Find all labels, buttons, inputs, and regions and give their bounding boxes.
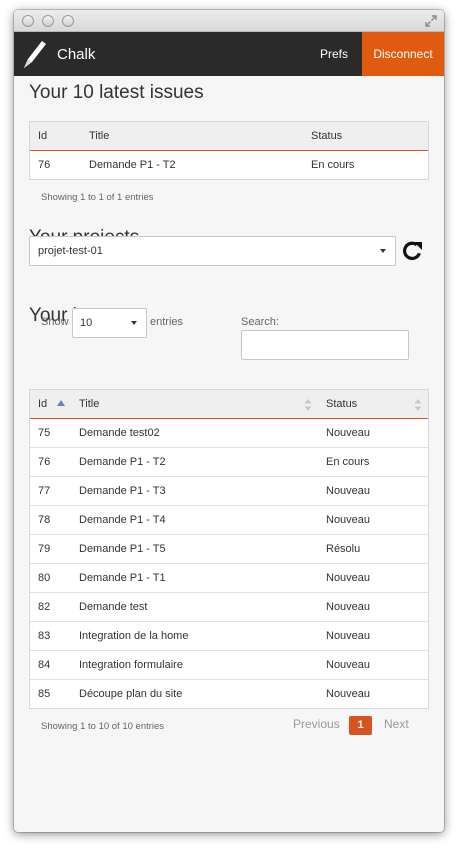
- issue-title: Integration formulaire: [71, 649, 318, 679]
- show-label: Show: [41, 316, 69, 328]
- app-window: Chalk Prefs Disconnect Your 10 latest is…: [14, 10, 444, 832]
- table-row[interactable]: 83 Integration de la home Nouveau: [30, 620, 428, 650]
- latest-issues-heading: Your 10 latest issues: [29, 82, 204, 103]
- brand[interactable]: Chalk: [22, 38, 95, 70]
- page-length-value: 10: [80, 317, 93, 329]
- column-header-status[interactable]: Status: [318, 390, 428, 419]
- column-header-id[interactable]: Id: [30, 390, 71, 419]
- project-select[interactable]: projet-test-01: [29, 236, 396, 266]
- sort-both-icon: [414, 399, 422, 411]
- issue-id: 83: [30, 620, 71, 650]
- chevron-down-icon: [131, 321, 137, 325]
- zoom-window-button[interactable]: [62, 15, 74, 27]
- table-row[interactable]: 79 Demande P1 - T5 Résolu: [30, 533, 428, 563]
- issue-id: 79: [30, 533, 71, 563]
- issue-status: Nouveau: [318, 591, 428, 621]
- column-header-id[interactable]: Id: [30, 122, 81, 151]
- chalk-logo-icon: [24, 41, 46, 68]
- latest-issues-info: Showing 1 to 1 of 1 entries: [41, 192, 154, 203]
- column-header-title-label: Title: [79, 397, 100, 410]
- minimize-window-button[interactable]: [42, 15, 54, 27]
- issue-status: En cours: [318, 446, 428, 476]
- close-window-button[interactable]: [22, 15, 34, 27]
- project-select-value: projet-test-01: [38, 245, 103, 257]
- refresh-icon[interactable]: [400, 239, 424, 263]
- page-length-select[interactable]: 10: [72, 308, 147, 338]
- page-1-button[interactable]: 1: [349, 716, 372, 735]
- column-header-title[interactable]: Title: [81, 122, 303, 151]
- issue-status: En cours: [311, 158, 355, 171]
- latest-issues-table: Id Title Status 76 Demande P1 - T2 En co…: [29, 121, 429, 180]
- issue-id: 85: [30, 678, 71, 708]
- fullscreen-icon[interactable]: [424, 14, 438, 28]
- table-row[interactable]: 78 Demande P1 - T4 Nouveau: [30, 504, 428, 534]
- issue-id: 78: [30, 504, 71, 534]
- disconnect-button[interactable]: Disconnect: [362, 32, 444, 76]
- issue-status: Nouveau: [318, 649, 428, 679]
- issue-title: Découpe plan du site: [71, 678, 318, 708]
- issues-table: Id Title Status 75 Demande test02 Nouveau 7…: [29, 389, 429, 709]
- window-titlebar: [14, 10, 444, 32]
- issue-status: Nouveau: [318, 678, 428, 708]
- issue-status: Nouveau: [318, 562, 428, 592]
- issue-status: Nouveau: [318, 504, 428, 534]
- issue-title: Demande P1 - T4: [71, 504, 318, 534]
- column-header-title[interactable]: Title: [71, 390, 318, 419]
- column-header-status-label: Status: [326, 397, 358, 410]
- issue-id: 76: [30, 446, 71, 476]
- column-header-id-label: Id: [38, 397, 48, 410]
- prefs-link[interactable]: Prefs: [306, 32, 362, 76]
- issues-info: Showing 1 to 10 of 10 entries: [41, 721, 165, 732]
- sort-ascending-icon: [57, 399, 66, 406]
- chevron-down-icon: [380, 249, 386, 253]
- table-row[interactable]: 75 Demande test02 Nouveau: [30, 418, 428, 447]
- issue-title: Demande P1 - T2: [71, 446, 318, 476]
- issue-title: Demande P1 - T1: [71, 562, 318, 592]
- search-input[interactable]: [241, 330, 409, 360]
- previous-page-button[interactable]: Previous: [293, 717, 340, 731]
- brand-name: Chalk: [57, 45, 96, 63]
- next-page-button[interactable]: Next: [384, 717, 409, 731]
- issue-title: Demande test02: [79, 426, 160, 439]
- issue-id: 77: [30, 475, 71, 505]
- column-header-status[interactable]: Status: [303, 122, 428, 151]
- top-navbar: Chalk Prefs Disconnect: [14, 32, 444, 76]
- issue-title: Demande P1 - T3: [71, 475, 318, 505]
- issue-title: Integration de la home: [71, 620, 318, 650]
- issue-id: 84: [30, 649, 71, 679]
- table-row[interactable]: 77 Demande P1 - T3 Nouveau: [30, 475, 428, 505]
- table-row[interactable]: 85 Découpe plan du site Nouveau: [30, 678, 428, 708]
- issue-title: Demande P1 - T5: [71, 533, 318, 563]
- issue-status: Nouveau: [326, 426, 371, 439]
- table-row[interactable]: 76 Demande P1 - T2 En cours: [30, 446, 428, 476]
- table-row[interactable]: 84 Integration formulaire Nouveau: [30, 649, 428, 679]
- issue-id: 75: [38, 426, 51, 439]
- issue-id: 76: [38, 158, 51, 171]
- issue-id: 82: [30, 591, 71, 621]
- issue-id: 80: [30, 562, 71, 592]
- issue-title: Demande P1 - T2: [89, 158, 176, 171]
- issue-status: Résolu: [318, 533, 428, 563]
- issue-status: Nouveau: [318, 475, 428, 505]
- table-row[interactable]: 76 Demande P1 - T2 En cours: [30, 150, 428, 179]
- sort-both-icon: [304, 399, 312, 411]
- table-row[interactable]: 82 Demande test Nouveau: [30, 591, 428, 621]
- search-label: Search:: [241, 316, 279, 328]
- table-row[interactable]: 80 Demande P1 - T1 Nouveau: [30, 562, 428, 592]
- entries-label: entries: [150, 316, 184, 328]
- issue-title: Demande test: [71, 591, 318, 621]
- issue-status: Nouveau: [318, 620, 428, 650]
